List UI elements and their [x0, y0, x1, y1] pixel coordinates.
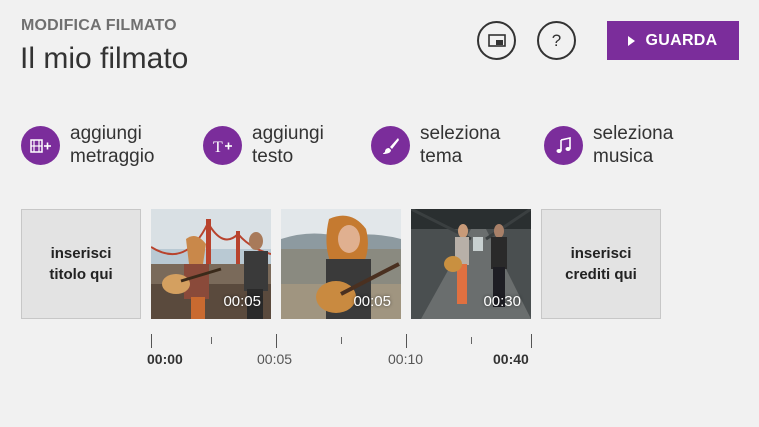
section-label: MODIFICA FILMATO [21, 17, 177, 34]
insert-credits-tile[interactable]: inserisci crediti qui [541, 209, 661, 319]
timeline-tick [211, 337, 212, 344]
insert-title-tile[interactable]: inserisci titolo qui [21, 209, 141, 319]
add-footage-label-1: aggiungi [70, 123, 142, 144]
add-footage-label-2: metraggio [70, 146, 155, 167]
select-music-label-2: musica [593, 146, 654, 167]
cast-screen-icon [487, 33, 506, 47]
add-text-icon: T [203, 126, 242, 165]
add-footage-icon [21, 126, 60, 165]
video-clip[interactable]: 00:05 [281, 209, 401, 319]
select-theme-button[interactable]: seleziona tema [371, 122, 500, 168]
timeline-label: 00:00 [147, 351, 183, 367]
insert-title-line-2: titolo qui [49, 266, 113, 283]
help-button[interactable]: ? [537, 21, 576, 60]
add-text-button[interactable]: T aggiungi testo [203, 122, 324, 168]
play-icon [628, 35, 636, 46]
add-text-label-1: aggiungi [252, 123, 324, 144]
timeline-label: 00:10 [388, 351, 424, 367]
timeline-tick [406, 334, 407, 348]
music-note-icon [544, 126, 583, 165]
add-footage-button[interactable]: aggiungi metraggio [21, 122, 155, 168]
timeline-tick [471, 337, 472, 344]
insert-title-line-1: inserisci [50, 245, 112, 262]
clip-duration: 00:05 [223, 293, 261, 310]
insert-credits-line-1: inserisci [570, 245, 632, 262]
help-icon: ? [551, 30, 562, 50]
timeline-tick [531, 334, 532, 348]
video-clip[interactable]: 00:05 [151, 209, 271, 319]
timeline-tick [276, 334, 277, 348]
timeline-ruler: 00:00 00:05 00:10 00:40 [0, 330, 759, 380]
select-music-button[interactable]: seleziona musica [544, 122, 673, 168]
clip-duration: 00:30 [483, 293, 521, 310]
watch-label: GUARDA [645, 31, 718, 49]
clip-duration: 00:05 [353, 293, 391, 310]
cast-button[interactable] [477, 21, 516, 60]
timeline-label: 00:05 [257, 351, 293, 367]
select-music-label-1: seleziona [593, 123, 674, 144]
select-theme-label-1: seleziona [420, 123, 501, 144]
brush-theme-icon [371, 126, 410, 165]
timeline-tick [151, 334, 152, 348]
select-theme-label-2: tema [420, 146, 463, 167]
page-title: Il mio filmato [20, 42, 189, 75]
watch-button[interactable]: GUARDA [607, 21, 739, 60]
svg-text:T: T [213, 139, 223, 154]
video-clip[interactable]: 00:30 [411, 209, 531, 319]
timeline-label: 00:40 [493, 351, 529, 367]
timeline-tick [341, 337, 342, 344]
add-text-label-2: testo [252, 146, 294, 167]
insert-credits-line-2: crediti qui [565, 266, 637, 283]
